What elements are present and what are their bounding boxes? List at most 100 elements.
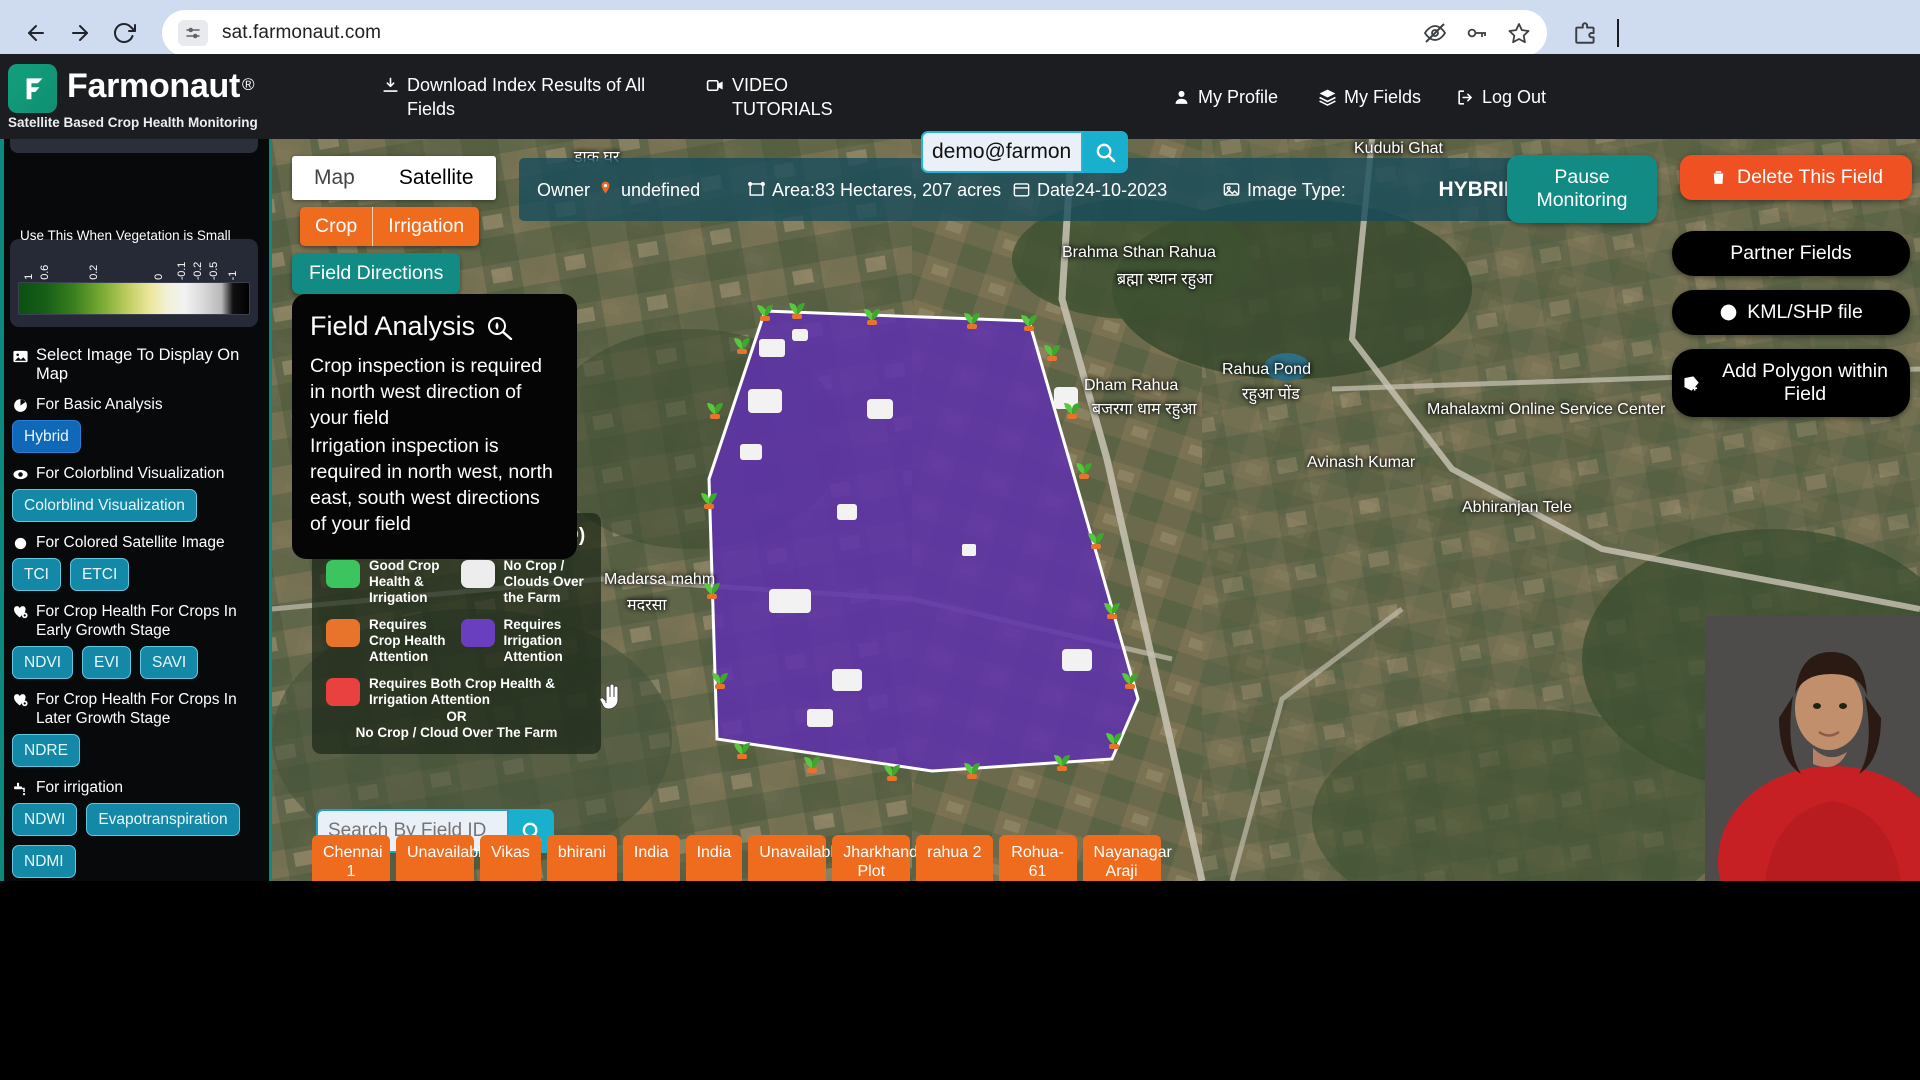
legend-item: No Crop / Clouds Over the Farm	[460, 558, 588, 606]
crop-tab[interactable]: Crop	[300, 207, 373, 246]
partner-fields-button[interactable]: Partner Fields	[1672, 231, 1910, 276]
map-type-satellite[interactable]: Satellite	[376, 156, 496, 200]
index-chip-ndmi[interactable]: NDMI	[12, 845, 76, 878]
vegetation-color-bar	[18, 282, 250, 315]
address-bar[interactable]: sat.farmonaut.com	[162, 10, 1547, 56]
legend-label: Good Crop Health & Irrigation	[369, 558, 440, 605]
calendar-icon	[1013, 183, 1030, 197]
legend-swatch	[326, 560, 360, 588]
video-tutorials-link[interactable]: VIDEO TUTORIALS	[706, 73, 886, 121]
legend-combined-item: Requires Both Crop Health & Irrigation A…	[326, 676, 587, 708]
crop-inspection-text: Crop inspection is required in north wes…	[310, 355, 542, 429]
field-chip[interactable]: Chennai 1	[312, 835, 390, 881]
left-sidebar[interactable]: Use This When Vegetation is Small 1 0.6 0.…	[0, 139, 272, 881]
legend-item: Good Crop Health & Irrigation	[326, 558, 453, 606]
pie-chart-icon	[14, 399, 27, 412]
scale-tick: -1	[226, 270, 239, 280]
field-chip[interactable]: India	[685, 835, 743, 881]
sidebar-sections: For Basic Analysis Hybrid For Colorblind V…	[12, 395, 260, 881]
field-chip[interactable]: rahua 2	[916, 835, 993, 881]
globe-icon	[1720, 304, 1737, 321]
video-tutorials-label: VIDEO TUTORIALS	[732, 74, 833, 119]
log-out-label: Log Out	[1482, 86, 1547, 107]
field-directions-button[interactable]: Field Directions	[292, 253, 461, 294]
owner-pin-icon	[601, 181, 610, 194]
forward-arrow-icon[interactable]	[58, 11, 102, 55]
legend-columns: Good Crop Health & Irrigation Requires Cr…	[326, 558, 587, 676]
kml-shp-file-button[interactable]: KML/SHP file	[1672, 290, 1910, 335]
log-out-link[interactable]: Log Out	[1456, 85, 1576, 109]
sidebar-body: Select Image To Display On Map For Basic…	[0, 335, 269, 881]
irrigation-tab[interactable]: Irrigation	[372, 207, 480, 246]
add-polygon-button[interactable]: Add Polygon within Field	[1672, 349, 1910, 417]
scale-tick: 1	[22, 274, 35, 280]
map-action-stack: Pause Monitoring Delete This Field Partn…	[1507, 155, 1912, 431]
delete-field-label: Delete This Field	[1737, 166, 1883, 188]
sidebar-chip-row: NDRE	[12, 734, 260, 767]
index-chip-ndre[interactable]: NDRE	[12, 734, 80, 767]
sidebar-section-label: For Crop Health For Crops In Early Growt…	[36, 603, 237, 639]
faucet-icon	[14, 782, 26, 796]
legend-swatch	[326, 619, 360, 647]
app-header: Farmonaut ® Satellite Based Crop Health M…	[0, 54, 1920, 173]
field-chip-list[interactable]: Chennai 1 Unavailable Vikas bhirani India Ind…	[312, 835, 1172, 881]
index-chip-evapotranspiration[interactable]: Evapotranspiration	[86, 803, 240, 836]
field-chip[interactable]: Rohua-61	[998, 835, 1077, 881]
map-canvas[interactable]: डाक घरBrahma Sthan Rahuaब्रह्मा स्थान रह…	[272, 139, 1920, 881]
crop-irrigation-toggle[interactable]: Crop Irrigation	[300, 207, 480, 246]
field-chip[interactable]: Unavailable	[396, 835, 491, 881]
my-profile-label: My Profile	[1198, 86, 1279, 107]
back-arrow-icon[interactable]	[14, 11, 58, 55]
header-search-button[interactable]	[1083, 131, 1128, 173]
assistant-avatar-video[interactable]	[1705, 616, 1920, 881]
sidebar-section-label: For Crop Health For Crops In Later Growt…	[36, 691, 237, 727]
vegetation-scale-title: Use This When Vegetation is Small	[20, 228, 231, 243]
password-key-icon[interactable]	[1465, 21, 1489, 45]
reload-icon[interactable]	[102, 11, 146, 55]
index-chip-evi[interactable]: EVI	[82, 646, 132, 679]
map-type-map[interactable]: Map	[292, 156, 377, 200]
delete-field-button[interactable]: Delete This Field	[1680, 155, 1912, 200]
date-info: Date24-10-2023	[1012, 179, 1222, 201]
index-chip-tci[interactable]: TCI	[12, 558, 61, 591]
map-type-toggle[interactable]: Map Satellite	[292, 156, 496, 200]
owner-info: Owner undefined	[537, 179, 747, 201]
field-chip[interactable]: Jharkhand Plot	[832, 835, 918, 881]
tracking-protection-icon[interactable]	[1423, 21, 1447, 45]
bookmark-star-icon[interactable]	[1507, 21, 1531, 45]
add-polygon-label: Add Polygon within Field	[1722, 360, 1888, 405]
field-chip[interactable]: India	[622, 835, 680, 881]
tab-strip-caret	[1617, 19, 1619, 47]
header-search-input[interactable]	[921, 131, 1083, 173]
download-index-results-link[interactable]: Download Index Results of All Fields	[381, 73, 646, 121]
brand-block[interactable]: Farmonaut ® Satellite Based Crop Health M…	[0, 63, 320, 130]
header-search[interactable]	[921, 131, 1128, 173]
index-chip-ndwi[interactable]: NDWI	[12, 803, 78, 836]
field-chip[interactable]: Nayanagar Araji	[1082, 835, 1172, 881]
my-fields-link[interactable]: My Fields	[1318, 85, 1438, 109]
index-chip-colorblind-visualization[interactable]: Colorblind Visualization	[12, 489, 197, 522]
area-info: Area:83 Hectares, 207 acres	[747, 179, 1012, 201]
index-chip-etci[interactable]: ETCI	[69, 558, 130, 591]
leaf-heart-icon	[13, 606, 28, 619]
pause-monitoring-button[interactable]: Pause Monitoring	[1507, 155, 1657, 223]
brand-name: Farmonaut	[67, 66, 240, 105]
index-chip-hybrid[interactable]: Hybrid	[12, 420, 81, 453]
index-chip-ndvi[interactable]: NDVI	[12, 646, 74, 679]
field-chip[interactable]: bhirani	[546, 835, 617, 881]
field-analysis-title: Field Analysis	[310, 311, 476, 341]
image-type-icon	[1223, 183, 1240, 196]
vegetation-scale-ticks: 1 0.6 0.2 0 -0.1 -0.2 -0.5 -1	[18, 248, 250, 282]
circle-icon	[14, 537, 27, 550]
site-settings-icon[interactable]	[178, 20, 208, 46]
owner-label: Owner	[537, 179, 591, 200]
my-profile-link[interactable]: My Profile	[1172, 85, 1302, 109]
extensions-icon[interactable]	[1573, 20, 1599, 46]
select-image-label: Select Image To Display On Map	[36, 346, 240, 383]
field-chip[interactable]: Vikas	[480, 835, 541, 881]
sidebar-section-header: For Crop Health For Crops In Later Growt…	[12, 690, 260, 728]
field-chip[interactable]: Unavailable	[748, 835, 843, 881]
index-chip-savi[interactable]: SAVI	[140, 646, 199, 679]
sidebar-section-label: For irrigation	[36, 779, 123, 796]
url-text: sat.farmonaut.com	[222, 22, 382, 43]
